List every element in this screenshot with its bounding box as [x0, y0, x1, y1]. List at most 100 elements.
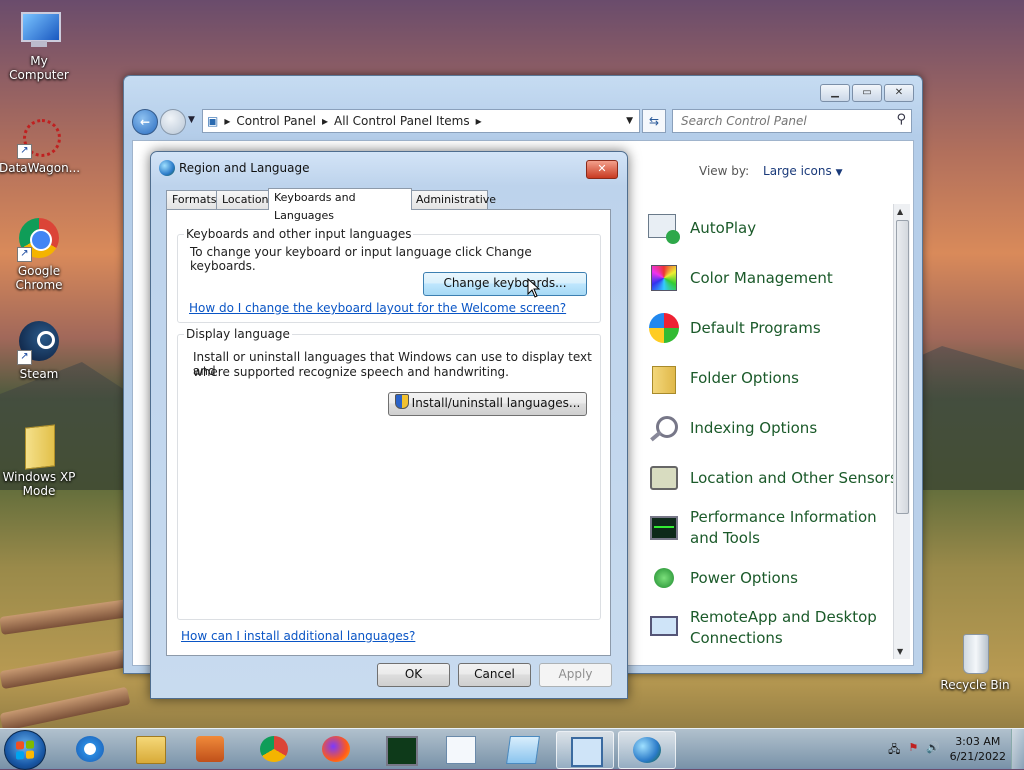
scroll-down-icon[interactable]: ▼: [897, 647, 903, 656]
desktop-icon-windows-xp-mode[interactable]: Windows XP Mode: [0, 424, 79, 498]
chrome-icon: ↗: [17, 218, 61, 262]
folder-icon: [136, 736, 166, 764]
scroll-thumb[interactable]: [896, 220, 909, 514]
desktop-icon-steam[interactable]: ↗ Steam: [0, 321, 79, 381]
tab-formats[interactable]: Formats: [166, 190, 218, 209]
region-language-dialog: Region and Language ✕ Formats Location K…: [150, 151, 628, 699]
vertical-scrollbar[interactable]: ▲ ▼: [893, 204, 910, 659]
cp-item-location-sensors[interactable]: Location and Other Sensors: [648, 453, 898, 503]
maximize-button[interactable]: ▭: [852, 84, 882, 102]
chevron-down-icon: ▼: [835, 168, 843, 178]
address-dropdown-icon[interactable]: ▼: [626, 116, 633, 126]
network-icon[interactable]: 🖧: [888, 741, 900, 760]
cp-item-default-programs[interactable]: Default Programs: [648, 303, 898, 353]
wallpaper-fence: [0, 648, 131, 690]
action-center-icon[interactable]: ⚑: [908, 741, 918, 760]
breadcrumb-separator-icon[interactable]: ▸: [224, 114, 230, 128]
desktop-icon-my-computer[interactable]: My Computer: [0, 8, 79, 82]
display-language-group: Display language Install or uninstall la…: [177, 327, 601, 620]
control-panel-icon: [571, 737, 603, 767]
taskbar-region-language[interactable]: [618, 731, 676, 769]
history-dropdown-icon[interactable]: ▼: [188, 115, 195, 125]
taskbar-wordpad[interactable]: [432, 731, 488, 767]
cp-item-autoplay[interactable]: AutoPlay: [648, 203, 898, 253]
minimize-button[interactable]: ▁: [820, 84, 850, 102]
power-options-icon: [648, 562, 680, 594]
media-player-icon: [196, 736, 224, 762]
view-by-dropdown[interactable]: Large icons ▼: [763, 164, 842, 178]
tab-panel: Keyboards and other input languages To c…: [166, 209, 611, 656]
navigation-bar: ← ▼ ▣ ▸ Control Panel ▸ All Control Pane…: [132, 108, 914, 135]
taskbar-control-panel[interactable]: [556, 731, 614, 769]
search-input[interactable]: [679, 110, 883, 132]
breadcrumb-separator-icon[interactable]: ▸: [476, 114, 482, 128]
tab-keyboards-languages[interactable]: Keyboards and Languages: [268, 188, 412, 222]
address-bar[interactable]: ▣ ▸ Control Panel ▸ All Control Panel It…: [202, 109, 640, 133]
cp-item-power-options[interactable]: Power Options: [648, 553, 898, 603]
breadcrumb-all-items[interactable]: All Control Panel Items: [334, 114, 470, 128]
cp-item-folder-options[interactable]: Folder Options: [648, 353, 898, 403]
firefox-icon: [322, 736, 350, 762]
search-icon[interactable]: ⚲: [896, 112, 906, 127]
welcome-keyboard-layout-link[interactable]: How do I change the keyboard layout for …: [189, 301, 566, 315]
computer-icon: [17, 8, 61, 52]
apply-button[interactable]: Apply: [539, 663, 612, 687]
remoteapp-icon: [648, 612, 680, 644]
cp-item-color-management[interactable]: Color Management: [648, 253, 898, 303]
taskbar-task-manager[interactable]: [372, 731, 428, 767]
datawagon-icon: ↗: [17, 115, 61, 159]
internet-explorer-icon: [76, 736, 104, 762]
taskbar-media-player[interactable]: [182, 731, 238, 767]
install-additional-languages-link[interactable]: How can I install additional languages?: [181, 629, 415, 643]
close-button[interactable]: ✕: [884, 84, 914, 102]
tab-administrative[interactable]: Administrative: [410, 190, 496, 209]
display-language-description-2: where supported recognize speech and han…: [193, 365, 509, 379]
start-button[interactable]: [4, 730, 46, 770]
change-keyboards-button[interactable]: Change keyboards...: [423, 272, 587, 296]
dialog-close-button[interactable]: ✕: [586, 160, 618, 179]
folder-options-icon: [648, 362, 680, 394]
scroll-up-icon[interactable]: ▲: [897, 207, 903, 216]
taskbar-windows-explorer[interactable]: [122, 731, 178, 767]
breadcrumb-separator-icon[interactable]: ▸: [322, 114, 328, 128]
globe-icon: [159, 160, 175, 176]
window-caption-buttons: ▁ ▭ ✕: [820, 84, 914, 102]
cp-item-indexing-options[interactable]: Indexing Options: [648, 403, 898, 453]
tab-location[interactable]: Location: [216, 190, 270, 209]
forward-button[interactable]: [160, 109, 186, 135]
back-button[interactable]: ←: [132, 109, 158, 135]
taskbar-notepad[interactable]: [494, 731, 550, 767]
breadcrumb-control-panel[interactable]: Control Panel: [236, 114, 316, 128]
desktop-icon-google-chrome[interactable]: ↗ Google Chrome: [0, 218, 79, 292]
refresh-button[interactable]: ⇆: [642, 109, 666, 133]
task-manager-icon: [386, 736, 418, 766]
chrome-icon: [260, 736, 288, 762]
volume-icon[interactable]: 🔊: [926, 741, 940, 760]
cp-item-performance[interactable]: Performance Information and Tools: [648, 503, 898, 553]
cp-item-remoteapp[interactable]: RemoteApp and Desktop Connections: [648, 603, 898, 653]
windows-logo-icon: [16, 740, 34, 760]
show-desktop-button[interactable]: [1011, 729, 1024, 769]
ok-button[interactable]: OK: [377, 663, 450, 687]
autoplay-icon: [648, 212, 680, 244]
taskbar-clock[interactable]: 3:03 AM 6/21/2022: [950, 734, 1006, 764]
clock-time: 3:03 AM: [955, 735, 1001, 748]
wordpad-icon: [446, 736, 476, 764]
dialog-title: Region and Language: [179, 161, 310, 175]
taskbar-internet-explorer[interactable]: [62, 731, 118, 767]
taskbar-firefox[interactable]: [308, 731, 364, 767]
view-by: View by: Large icons ▼: [699, 164, 843, 178]
search-box: ⚲: [672, 109, 912, 133]
desktop-icon-datawagon[interactable]: ↗ DataWagon...: [0, 115, 80, 175]
keyboards-group-title: Keyboards and other input languages: [184, 227, 414, 241]
control-panel-items: AutoPlay Color Management Default Progra…: [648, 203, 898, 653]
wallpaper-fence: [0, 686, 131, 732]
install-uninstall-languages-button[interactable]: Install/uninstall languages...: [388, 392, 587, 416]
cancel-button[interactable]: Cancel: [458, 663, 531, 687]
shortcut-arrow-icon: ↗: [17, 247, 32, 262]
default-programs-icon: [648, 312, 680, 344]
location-sensors-icon: [648, 462, 680, 494]
taskbar-google-chrome[interactable]: [246, 731, 302, 767]
shortcut-arrow-icon: ↗: [17, 144, 32, 159]
desktop-icon-recycle-bin[interactable]: Recycle Bin: [935, 632, 1015, 692]
